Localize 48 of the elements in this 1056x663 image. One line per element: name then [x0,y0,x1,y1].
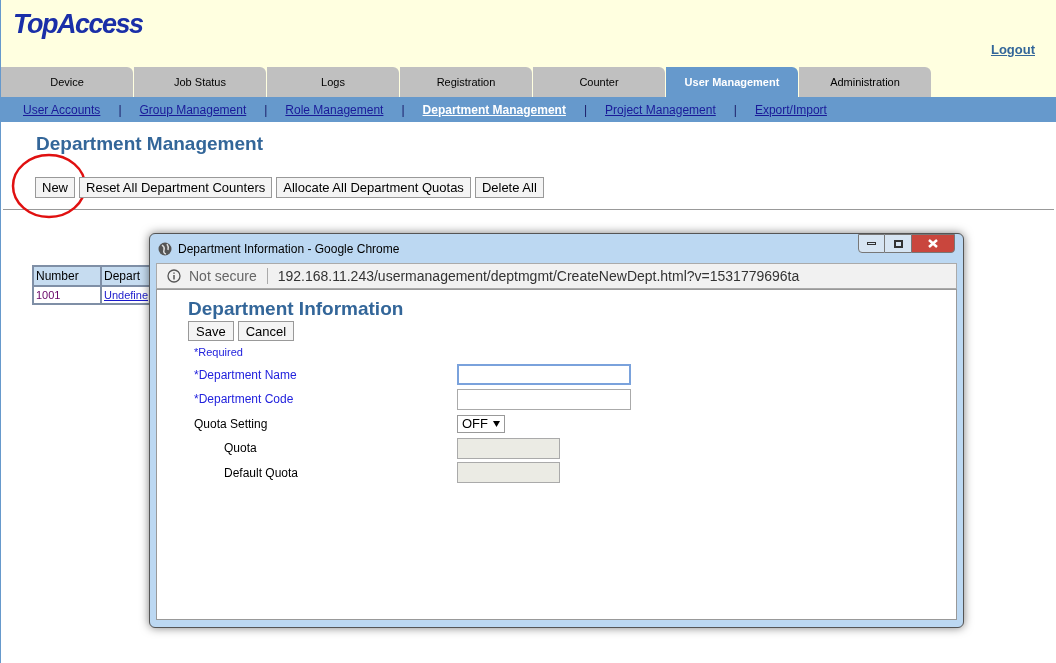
subnav-link[interactable]: Export/Import [754,100,827,119]
page-title: Department Management [36,132,264,156]
separator: | [583,101,588,119]
action-button[interactable]: Reset All Department Counters [79,176,273,198]
close-icon [928,239,938,248]
nav-tab[interactable]: Registration [400,67,532,97]
separator: | [264,101,268,119]
url-text: 192.168.11.243/usermanagement/deptmgmt/CreateNewDept.html?v=1531779696ta [277,266,800,286]
separator: | [118,101,122,119]
required-note: *Required [194,345,244,360]
action-button[interactable]: Delete All [474,176,544,198]
dialog-button[interactable]: Save [188,321,234,341]
table-cell: 1001 [33,285,101,304]
window-title: Department Information - Google Chrome [178,240,400,258]
dialog-heading: Department Information [188,298,405,320]
nav-tab[interactable]: Administration [799,67,931,97]
maximize-button[interactable] [885,234,911,253]
field-label: *Department Name [193,366,298,384]
minimize-button[interactable] [858,234,885,253]
field-label: Quota [223,440,258,458]
security-label: Not secure [189,266,257,286]
logo: TopAccess [13,8,143,41]
field-label: Quota Setting [193,415,269,433]
info-icon [167,269,181,283]
subnav-link[interactable]: User Accounts [23,100,101,119]
separator: | [733,101,737,119]
subnav-link[interactable]: Project Management [605,100,716,119]
column-header: Number [33,265,101,286]
nav-tab[interactable]: Device [1,67,133,97]
quota-select[interactable]: OFF [457,414,505,433]
nav-tab[interactable]: Job Status [134,67,266,97]
logout-link[interactable]: Logout [990,40,1035,60]
column-header: Depart [101,265,152,286]
nav-tab[interactable]: Counter [533,67,665,97]
text-field[interactable] [457,388,631,410]
field-label: Default Quota [223,464,300,482]
action-button[interactable]: New [35,176,75,198]
separator: | [401,101,405,119]
nav-tab[interactable]: Logs [267,67,399,97]
action-button[interactable]: Allocate All Department Quotas [276,176,471,198]
dropdown-arrow-icon [493,420,500,427]
text-field[interactable] [457,364,631,386]
subnav-link[interactable]: Group Management [139,100,247,119]
dialog-button[interactable]: Cancel [237,321,295,341]
field-label: *Department Code [193,391,295,409]
subnav-link[interactable]: Role Management [285,100,384,119]
address-bar[interactable]: Not secure 192.168.11.243/usermanagement/deptmgmt/CreateNewDept.html?v=1531779696ta [156,263,957,289]
close-button[interactable] [911,234,955,253]
